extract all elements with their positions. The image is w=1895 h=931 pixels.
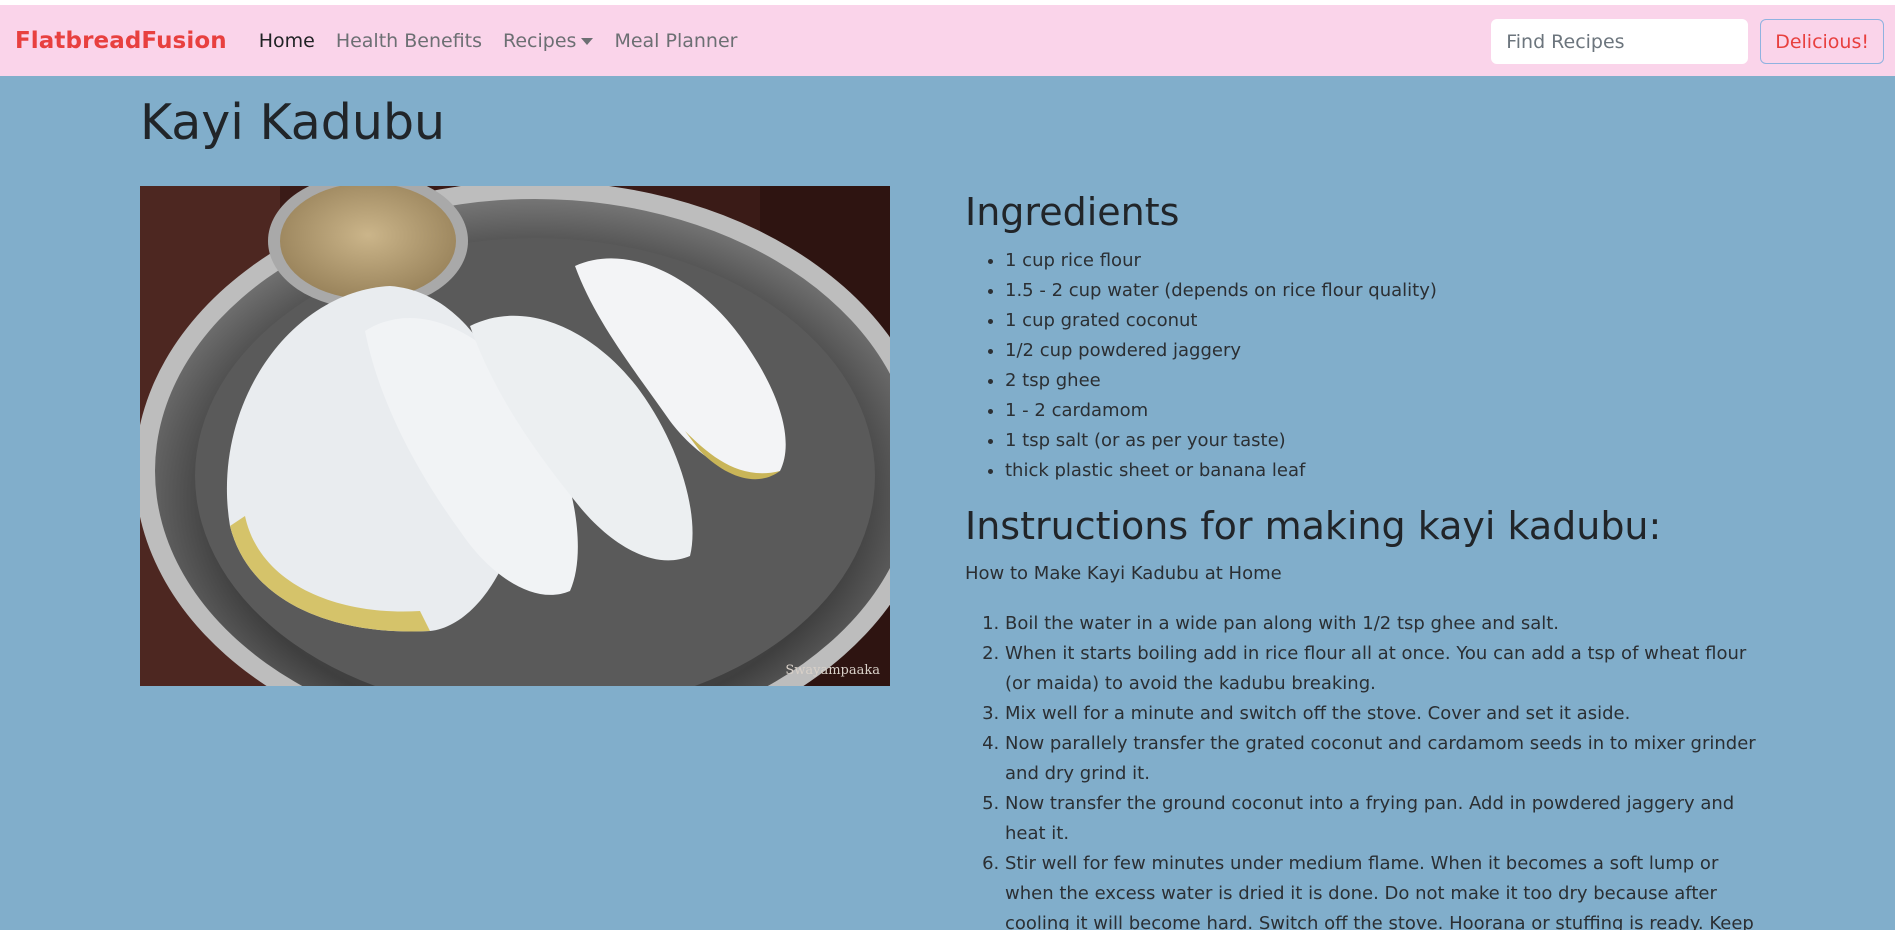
delicious-button[interactable]: Delicious! — [1760, 19, 1884, 64]
nav-meal-planner-link[interactable]: Meal Planner — [614, 30, 737, 52]
instruction-step: Mix well for a minute and switch off the… — [1005, 699, 1765, 729]
nav-health-benefits-link[interactable]: Health Benefits — [336, 30, 482, 52]
ingredient-item: 1.5 - 2 cup water (depends on rice flour… — [1005, 276, 1765, 306]
instruction-step: Stir well for few minutes under medium f… — [1005, 849, 1765, 931]
navbar: FlatbreadFusion Home Health Benefits Rec… — [0, 5, 1895, 76]
instruction-step: When it starts boiling add in rice flour… — [1005, 639, 1765, 699]
instruction-step: Now parallely transfer the grated coconu… — [1005, 729, 1765, 789]
recipe-details: Ingredients 1 cup rice flour 1.5 - 2 cup… — [965, 190, 1765, 931]
kadubu-photo-illustration — [140, 186, 890, 686]
photo-watermark: Swayampaaka — [785, 663, 880, 678]
nav-home-link[interactable]: Home — [259, 30, 315, 52]
nav-recipes-dropdown[interactable]: Recipes — [503, 29, 594, 52]
ingredient-item: 1/2 cup powdered jaggery — [1005, 336, 1765, 366]
instruction-step: Boil the water in a wide pan along with … — [1005, 609, 1765, 639]
nav-recipes-label: Recipes — [503, 29, 577, 52]
instructions-subheading: How to Make Kayi Kadubu at Home — [965, 563, 1282, 585]
instructions-heading: Instructions for making kayi kadubu: — [965, 503, 1662, 548]
ingredient-item: 1 cup grated coconut — [1005, 306, 1765, 336]
instructions-list: Boil the water in a wide pan along with … — [965, 609, 1765, 931]
ingredients-list: 1 cup rice flour 1.5 - 2 cup water (depe… — [965, 246, 1765, 486]
ingredient-item: 2 tsp ghee — [1005, 366, 1765, 396]
ingredient-item: thick plastic sheet or banana leaf — [1005, 456, 1765, 486]
ingredient-item: 1 - 2 cardamom — [1005, 396, 1765, 426]
nav-search-form: Delicious! — [1491, 19, 1884, 64]
search-input[interactable] — [1491, 19, 1749, 64]
nav-links: Home Health Benefits Recipes Meal Planne… — [259, 30, 759, 52]
page-title: Kayi Kadubu — [140, 94, 446, 151]
ingredients-heading: Ingredients — [965, 190, 1180, 234]
ingredient-item: 1 tsp salt (or as per your taste) — [1005, 426, 1765, 456]
ingredient-item: 1 cup rice flour — [1005, 246, 1765, 276]
caret-down-icon — [581, 38, 594, 45]
instruction-step: Now transfer the ground coconut into a f… — [1005, 789, 1765, 849]
recipe-photo: Swayampaaka — [140, 186, 890, 686]
brand-logo[interactable]: FlatbreadFusion — [15, 28, 227, 54]
